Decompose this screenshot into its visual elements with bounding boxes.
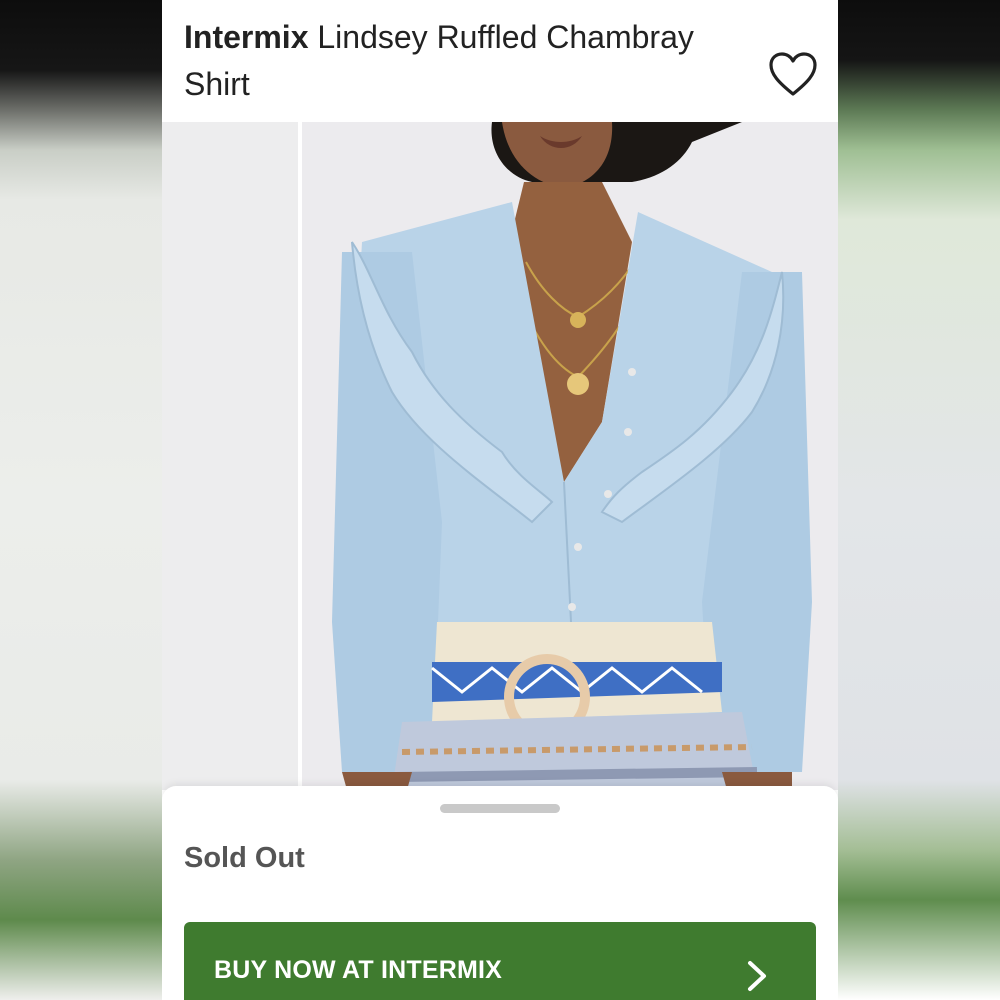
purchase-sheet: Sold Out BUY NOW AT INTERMIX <box>162 786 838 1000</box>
buy-now-button[interactable]: BUY NOW AT INTERMIX <box>184 922 816 1000</box>
product-photo[interactable] <box>302 122 838 790</box>
product-title: Intermix Lindsey Ruffled Chambray Shirt <box>184 14 754 108</box>
availability-status: Sold Out <box>184 842 305 874</box>
previous-image-peek[interactable] <box>162 122 302 790</box>
product-screen: Intermix Lindsey Ruffled Chambray Shirt <box>162 0 838 1000</box>
product-brand: Intermix <box>184 19 309 55</box>
buy-now-label: BUY NOW AT INTERMIX <box>214 956 503 984</box>
chevron-right-icon <box>744 960 770 997</box>
heart-icon[interactable] <box>768 52 818 98</box>
product-image-gallery[interactable] <box>162 122 838 790</box>
blurred-background-right <box>838 0 1000 1000</box>
sheet-drag-handle[interactable] <box>440 804 560 813</box>
product-header: Intermix Lindsey Ruffled Chambray Shirt <box>162 0 838 122</box>
